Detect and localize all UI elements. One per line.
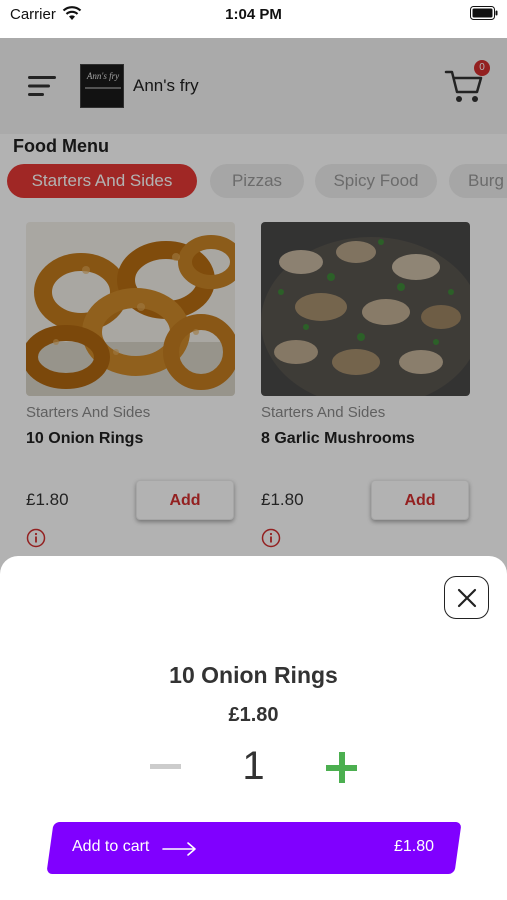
plus-icon-vertical	[339, 752, 345, 783]
add-to-cart-label: Add to cart	[72, 838, 150, 855]
add-to-cart-total: £1.80	[393, 838, 434, 855]
close-button[interactable]	[444, 576, 489, 619]
sheet-item-name: 10 Onion Rings	[169, 662, 338, 688]
arrow-right-icon	[162, 842, 196, 856]
battery-icon	[470, 6, 498, 20]
sheet-item-price: £1.80	[228, 704, 279, 726]
add-to-cart-sheet: 10 Onion Rings £1.80 1 Add to cart £1.80	[0, 556, 507, 900]
add-to-cart-button[interactable]: Add to cart £1.80	[46, 822, 462, 874]
status-bar: Carrier 1:04 PM	[0, 0, 507, 38]
increase-quantity-button[interactable]	[326, 752, 358, 784]
quantity-value: 1	[242, 744, 265, 788]
close-icon	[457, 588, 477, 608]
status-time: 1:04 PM	[225, 6, 282, 23]
add-to-cart-content: Add to cart £1.80	[50, 822, 458, 874]
